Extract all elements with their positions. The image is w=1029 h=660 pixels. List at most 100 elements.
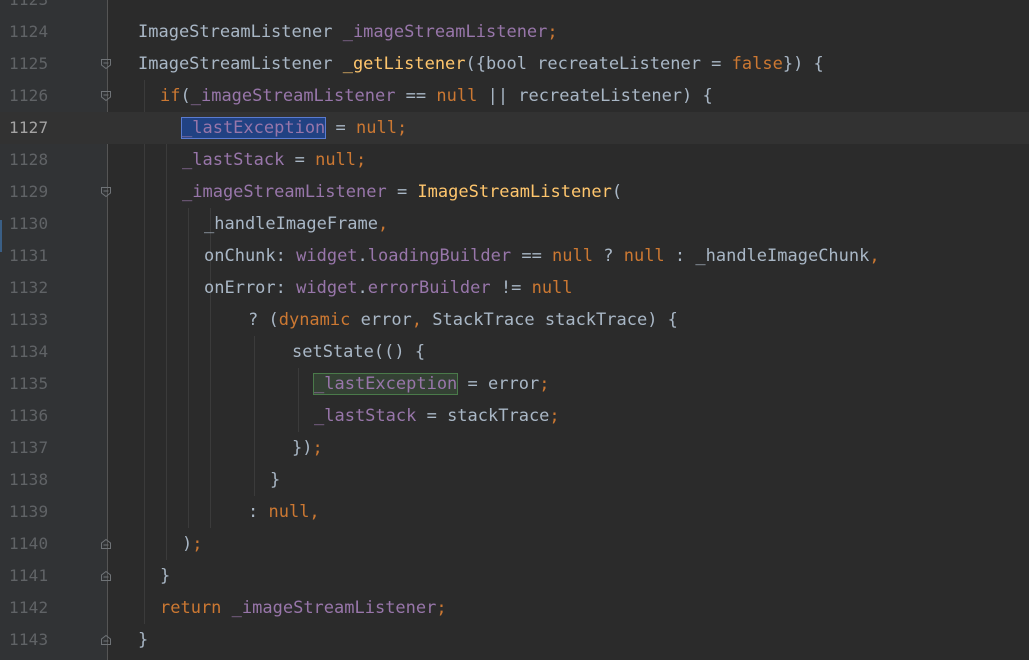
code-token: == (511, 246, 553, 266)
code-text[interactable]: ImageStreamListener _imageStreamListener… (138, 16, 558, 48)
keyword-token: ; (436, 598, 447, 618)
code-text[interactable]: setState(() { (292, 336, 425, 368)
code-token: StackTrace stackTrace) { (422, 310, 678, 330)
fold-open-icon[interactable] (100, 90, 112, 102)
code-token: = (325, 118, 357, 138)
code-line-1128[interactable]: 1128 _lastStack = null; (0, 144, 1029, 176)
keyword-token: null; (315, 150, 367, 170)
code-line-partial: 1123 (0, 0, 1029, 16)
line-number: 1133 (9, 310, 49, 329)
field-token: _imageStreamListener (190, 86, 396, 106)
keyword-token: null (623, 246, 665, 266)
code-line-1133[interactable]: 1133 ? (dynamic error, StackTrace stackTr… (0, 304, 1029, 336)
code-line-1126[interactable]: 1126 if(_imageStreamListener == null || r… (0, 80, 1029, 112)
line-number: 1129 (9, 182, 49, 201)
code-text[interactable]: _lastStack = stackTrace; (314, 400, 560, 432)
code-line-1142[interactable]: 1142 return _imageStreamListener; (0, 592, 1029, 624)
field-token: loadingBuilder (367, 246, 512, 266)
code-token: = stackTrace (416, 406, 550, 426)
code-token: }) (292, 438, 313, 458)
code-token: } (160, 566, 171, 586)
field-token: _imageStreamListener (231, 598, 437, 618)
field-token: _imageStreamListener (342, 22, 548, 42)
code-line-1131[interactable]: 1131 onChunk: widget.loadingBuilder == nu… (0, 240, 1029, 272)
code-text[interactable]: } (270, 464, 280, 496)
code-line-1129[interactable]: 1129 _imageStreamListener = ImageStreamLi… (0, 176, 1029, 208)
code-line-1132[interactable]: 1132 onError: widget.errorBuilder != null (0, 272, 1029, 304)
code-line-1130[interactable]: 1130 _handleImageFrame, (0, 208, 1029, 240)
line-number: 1141 (9, 566, 49, 585)
keyword-token: null; (356, 118, 408, 138)
code-text[interactable]: _lastException = null; (180, 112, 408, 144)
code-token: ({bool recreateListener = (465, 54, 732, 74)
code-text[interactable]: onError: widget.errorBuilder != null (204, 272, 573, 304)
code-text[interactable]: _lastStack = null; (182, 144, 366, 176)
code-text[interactable]: ); (182, 528, 203, 560)
line-number: 1140 (9, 534, 49, 553)
code-text[interactable]: : null, (248, 496, 320, 528)
field-token: errorBuilder (367, 278, 491, 298)
fold-end-icon[interactable] (100, 634, 112, 646)
line-number: 1142 (9, 598, 49, 617)
code-token: = (386, 182, 418, 202)
code-token: _handleImageFrame (204, 214, 378, 234)
line-number: 1139 (9, 502, 49, 521)
code-text[interactable]: return _imageStreamListener; (160, 592, 447, 624)
code-line-1136[interactable]: 1136 _lastStack = stackTrace; (0, 400, 1029, 432)
code-text[interactable]: _lastException = error; (312, 368, 550, 400)
code-editor[interactable]: 1123 1124 ImageStreamListener _imageStrea… (0, 0, 1029, 660)
code-token: : _handleImageChunk (664, 246, 870, 266)
code-token: ( (180, 86, 191, 106)
line-number: 1126 (9, 86, 49, 105)
code-text[interactable]: ImageStreamListener _getListener({bool r… (138, 48, 824, 80)
code-text[interactable]: _handleImageFrame, (204, 208, 388, 240)
function-token: _getListener (342, 54, 466, 74)
keyword-token: ; (549, 406, 560, 426)
line-number: 1132 (9, 278, 49, 297)
keyword-token: , (378, 214, 389, 234)
keyword-token: dynamic (278, 310, 351, 330)
keyword-token: ; (547, 22, 558, 42)
code-token: ImageStreamListener (138, 22, 343, 42)
code-line-1143[interactable]: 1143} (0, 624, 1029, 656)
fold-open-icon[interactable] (100, 58, 112, 70)
code-line-1139[interactable]: 1139 : null, (0, 496, 1029, 528)
code-token: : (248, 502, 269, 522)
code-line-1141[interactable]: 1141} (0, 560, 1029, 592)
code-token: = (284, 150, 316, 170)
code-text[interactable]: _imageStreamListener = ImageStreamListen… (182, 176, 622, 208)
keyword-token: ; (539, 374, 550, 394)
code-line-1125[interactable]: 1125 ImageStreamListener _getListener({bo… (0, 48, 1029, 80)
field-token: widget (296, 246, 358, 266)
code-token: . (357, 278, 368, 298)
field-token: _lastStack (314, 406, 417, 426)
line-number: 1127 (9, 118, 49, 137)
line-number: 1134 (9, 342, 49, 361)
code-text[interactable]: if(_imageStreamListener == null || recre… (160, 80, 713, 112)
code-line-1137[interactable]: 1137}); (0, 432, 1029, 464)
line-number: 1135 (9, 374, 49, 393)
code-text[interactable]: } (138, 624, 148, 656)
code-line-1138[interactable]: 1138} (0, 464, 1029, 496)
code-line-1127[interactable]: 1127 _lastException = null; (0, 112, 1029, 144)
code-line-1135[interactable]: 1135 _lastException = error; (0, 368, 1029, 400)
code-text[interactable]: }); (292, 432, 323, 464)
code-token: ( (611, 182, 623, 202)
code-token: ImageStreamListener (138, 54, 343, 74)
code-line-1134[interactable]: 1134 setState(() { (0, 336, 1029, 368)
keyword-token: return (160, 598, 222, 618)
code-token: }) { (782, 54, 824, 74)
code-token: = error (457, 374, 540, 394)
line-number: 1137 (9, 438, 49, 457)
code-text[interactable]: onChunk: widget.loadingBuilder == null ?… (204, 240, 880, 272)
fold-open-icon[interactable] (100, 186, 112, 198)
keyword-token: , (869, 246, 880, 266)
code-text[interactable]: ? (dynamic error, StackTrace stackTrace)… (248, 304, 678, 336)
code-line-1140[interactable]: 1140); (0, 528, 1029, 560)
code-text[interactable]: } (160, 560, 170, 592)
fold-end-icon[interactable] (100, 570, 112, 582)
code-token: ? (593, 246, 624, 266)
fold-end-icon[interactable] (100, 538, 112, 550)
code-token: ? ( (248, 310, 279, 330)
code-line-1124[interactable]: 1124 ImageStreamListener _imageStreamList… (0, 16, 1029, 48)
